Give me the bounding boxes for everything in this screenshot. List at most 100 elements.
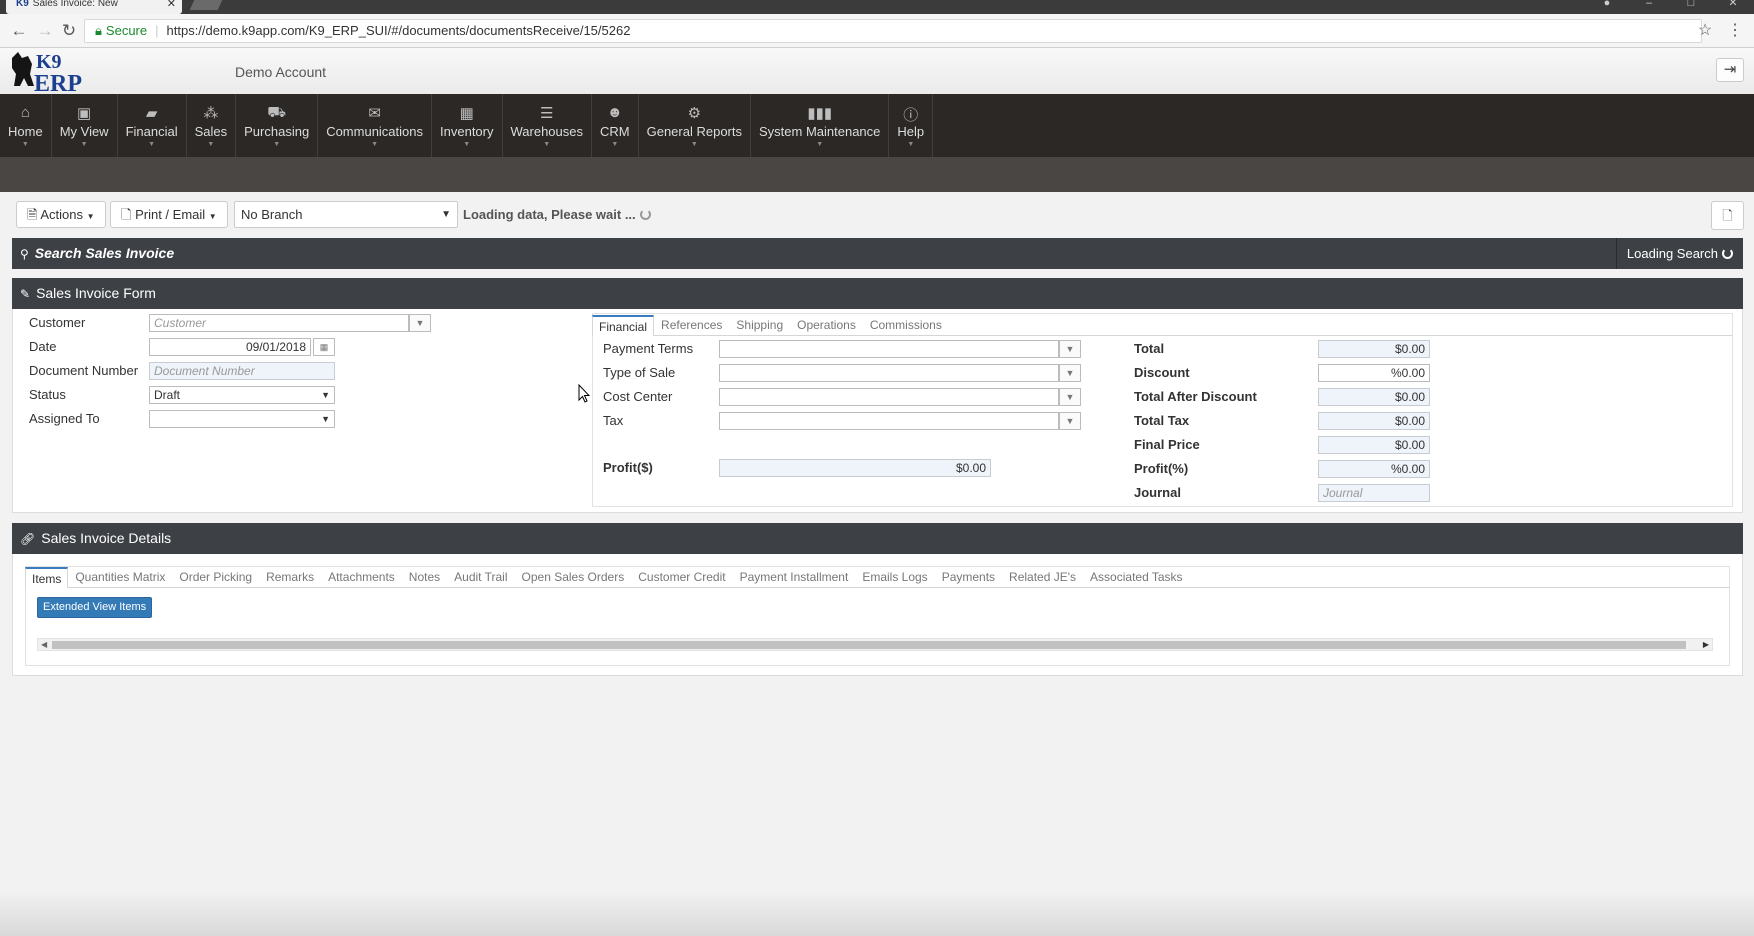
tax-dropdown-button[interactable]: ▼ — [1059, 412, 1081, 430]
branch-select[interactable]: No Branch ▼ — [234, 201, 458, 228]
discount-label: Discount — [1134, 365, 1190, 380]
search-panel-header[interactable]: ⚲ Search Sales Invoice Loading Search — [12, 238, 1743, 269]
tab-commissions[interactable]: Commissions — [863, 314, 949, 335]
tab-references[interactable]: References — [654, 314, 729, 335]
tab-audit-trail[interactable]: Audit Trail — [447, 566, 514, 587]
tab-related-jes[interactable]: Related JE's — [1002, 566, 1083, 587]
cubes-icon: ⁂ — [203, 105, 219, 122]
nav-item-system-maintenance[interactable]: ▮▮▮ System Maintenance ▼ — [751, 94, 890, 157]
tab-quantities-matrix[interactable]: Quantities Matrix — [68, 566, 172, 587]
url-text: https://demo.k9app.com/K9_ERP_SUI/#/docu… — [166, 23, 631, 38]
type-of-sale-dropdown-button[interactable]: ▼ — [1059, 364, 1081, 382]
nav-item-my-view[interactable]: ▣ My View ▼ — [52, 94, 118, 157]
document-number-input[interactable]: Document Number — [149, 362, 335, 380]
window-close-icon[interactable]: ✕ — [1712, 0, 1754, 14]
journal-field[interactable]: Journal — [1318, 484, 1430, 502]
new-document-button[interactable]: 🗋︎ — [1711, 201, 1744, 230]
tab-payments[interactable]: Payments — [935, 566, 1002, 587]
nav-item-financial[interactable]: ▰ Financial ▼ — [118, 94, 187, 157]
tab-attachments[interactable]: Attachments — [321, 566, 402, 587]
date-input[interactable]: 09/01/2018 — [149, 338, 311, 356]
status-label: Status — [29, 387, 66, 402]
customer-label: Customer — [29, 315, 86, 330]
type-of-sale-select[interactable] — [719, 364, 1059, 382]
nav-item-crm[interactable]: ☻ CRM ▼ — [592, 94, 639, 157]
tab-shipping[interactable]: Shipping — [729, 314, 790, 335]
browser-tab[interactable]: K9 Sales Invoice: New ✕ — [6, 0, 182, 14]
new-tab-button[interactable] — [189, 0, 223, 10]
nav-item-help[interactable]: ⓘ Help ▼ — [889, 94, 934, 157]
tab-associated-tasks[interactable]: Associated Tasks — [1083, 566, 1190, 587]
horizontal-scrollbar[interactable]: ◀ ▶ — [37, 638, 1713, 651]
assigned-to-select[interactable]: ▼ — [149, 410, 335, 428]
scroll-left-icon[interactable]: ◀ — [41, 639, 47, 650]
tab-remarks[interactable]: Remarks — [259, 566, 321, 587]
forward-arrow-icon[interactable]: → — [34, 20, 56, 42]
book-icon: ▰ — [145, 105, 158, 122]
status-select[interactable]: Draft ▼ — [149, 386, 335, 404]
tab-order-picking[interactable]: Order Picking — [172, 566, 259, 587]
calendar-icon[interactable]: ▦ — [313, 338, 335, 356]
nav-label: My View — [59, 124, 109, 139]
minimize-icon[interactable]: – — [1628, 0, 1670, 14]
tab-financial[interactable]: Financial — [592, 315, 655, 336]
address-separator: | — [155, 23, 159, 38]
nav-item-sales[interactable]: ⁂ Sales ▼ — [187, 94, 237, 157]
close-tab-icon[interactable]: ✕ — [167, 0, 176, 10]
mouse-cursor-icon — [578, 384, 590, 403]
form-panel-title: Sales Invoice Form — [36, 285, 156, 301]
tab-open-sales-orders[interactable]: Open Sales Orders — [515, 566, 632, 587]
reload-icon[interactable]: ↻ — [58, 20, 80, 42]
bookmark-star-icon[interactable]: ☆ — [1694, 20, 1716, 42]
tab-emails-logs[interactable]: Emails Logs — [855, 566, 934, 587]
tab-notes[interactable]: Notes — [402, 566, 447, 587]
total-after-discount-field: $0.00 — [1318, 388, 1430, 406]
profile-icon[interactable]: ● — [1586, 0, 1628, 14]
nav-item-communications[interactable]: ✉ Communications ▼ — [318, 94, 433, 157]
tax-select[interactable] — [719, 412, 1059, 430]
gear-icon: ⚙ — [687, 105, 702, 122]
scroll-right-icon[interactable]: ▶ — [1703, 639, 1709, 650]
nav-item-home[interactable]: ⌂ Home ▼ — [0, 94, 52, 157]
nav-item-purchasing[interactable]: ⛟ Purchasing ▼ — [236, 94, 319, 157]
nav-item-general-reports[interactable]: ⚙ General Reports ▼ — [639, 94, 751, 157]
tab-payment-installment[interactable]: Payment Installment — [733, 566, 856, 587]
payment-terms-select[interactable] — [719, 340, 1059, 358]
logout-button[interactable]: ⇥ — [1716, 58, 1744, 82]
payment-terms-dropdown-button[interactable]: ▼ — [1059, 340, 1081, 358]
cost-center-dropdown-button[interactable]: ▼ — [1059, 388, 1081, 406]
back-arrow-icon[interactable]: ← — [8, 20, 30, 42]
tab-customer-credit[interactable]: Customer Credit — [631, 566, 732, 587]
form-tabs: Financial References Shipping Operations… — [592, 314, 1733, 336]
scrollbar-thumb[interactable] — [52, 641, 1686, 649]
actions-label: Actions — [40, 207, 83, 222]
profit-amount-field: $0.00 — [719, 459, 991, 477]
payment-terms-label: Payment Terms — [603, 341, 694, 356]
customer-dropdown-button[interactable]: ▼ — [409, 314, 431, 332]
caret-down-icon: ▼ — [208, 212, 217, 221]
k9-erp-logo[interactable]: K9 ERP — [10, 50, 122, 94]
discount-field[interactable]: %0.00 — [1318, 364, 1430, 382]
cost-center-select[interactable] — [719, 388, 1059, 406]
nav-item-warehouses[interactable]: ☰ Warehouses ▼ — [503, 94, 592, 157]
nav-label: Home — [8, 124, 43, 139]
caret-down-icon: ▼ — [207, 141, 215, 148]
browser-menu-icon[interactable]: ⋮ — [1724, 20, 1746, 42]
print-email-button[interactable]: 🗋︎ Print / Email ▼ — [110, 201, 228, 228]
loading-text: Loading data, Please wait ... — [463, 207, 636, 222]
actions-button[interactable]: 🗎︎ Actions ▼ — [16, 201, 106, 228]
tab-operations[interactable]: Operations — [790, 314, 863, 335]
nav-label: General Reports — [646, 124, 742, 139]
tab-items[interactable]: Items — [25, 567, 69, 588]
caret-down-icon: ▼ — [907, 141, 915, 148]
nav-item-inventory[interactable]: ▦ Inventory ▼ — [432, 94, 503, 157]
nav-label: Communications — [326, 124, 424, 139]
address-bar[interactable]: 🔒︎ Secure | https://demo.k9app.com/K9_ERP_S… — [84, 19, 1702, 43]
svg-text:K9: K9 — [36, 51, 62, 73]
maximize-icon[interactable]: □ — [1670, 0, 1712, 14]
extended-view-items-button[interactable]: Extended View Items — [37, 597, 153, 618]
loading-indicator: Loading data, Please wait ... — [463, 207, 651, 222]
logout-icon: ⇥ — [1723, 61, 1737, 78]
nav-label: Warehouses — [510, 124, 584, 139]
customer-input[interactable]: Customer — [149, 314, 409, 332]
